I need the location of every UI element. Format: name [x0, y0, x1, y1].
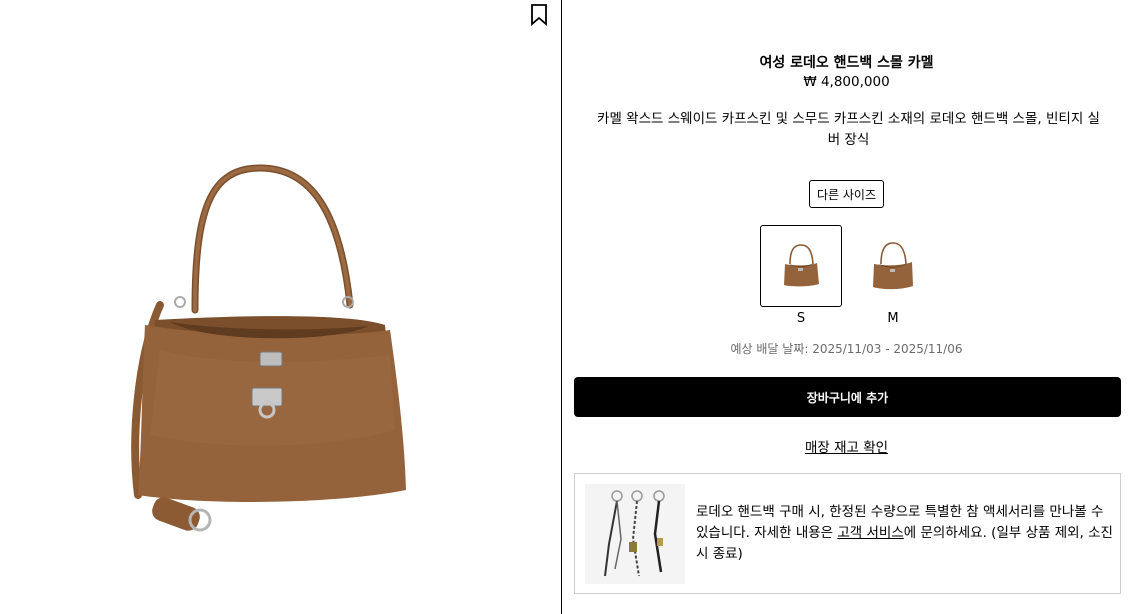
bookmark-icon[interactable]	[529, 4, 549, 26]
customer-service-link[interactable]: 고객 서비스	[837, 525, 903, 541]
size-label-s: S	[796, 311, 806, 326]
delivery-estimate: 예상 배달 날짜: 2025/11/03 - 2025/11/06	[730, 342, 963, 356]
size-label-m: M	[887, 311, 899, 326]
size-option-m[interactable]	[852, 225, 934, 307]
product-title: 여성 로데오 핸드백 스몰 카멜	[759, 55, 934, 71]
product-gallery	[0, 0, 561, 614]
promo-box: 로데오 핸드백 구매 시, 한정된 수량으로 특별한 참 액세서리를 만나볼 수…	[574, 473, 1121, 594]
promo-text: 로데오 핸드백 구매 시, 한정된 수량으로 특별한 참 액세서리를 만나볼 수…	[696, 502, 1116, 565]
bag-thumbnail-s	[784, 244, 819, 287]
charm-accessory-image	[585, 484, 685, 584]
product-description: 카멜 왁스드 스웨이드 카프스킨 및 스무드 카프스킨 소재의 로데오 핸드백 …	[597, 111, 1100, 148]
bag-thumbnail-m	[873, 242, 913, 290]
size-option-s[interactable]	[760, 225, 842, 307]
product-image	[131, 164, 406, 532]
add-to-cart-button[interactable]: 장바구니에 추가	[574, 377, 1121, 417]
other-sizes-button[interactable]: 다른 사이즈	[809, 180, 884, 208]
product-price: ₩ 4,800,000	[803, 74, 890, 90]
product-details: 여성 로데오 핸드백 스몰 카멜 ₩ 4,800,000 카멜 왁스드 스웨이드…	[562, 0, 1131, 614]
check-store-stock-link[interactable]: 매장 재고 확인	[562, 436, 1131, 456]
